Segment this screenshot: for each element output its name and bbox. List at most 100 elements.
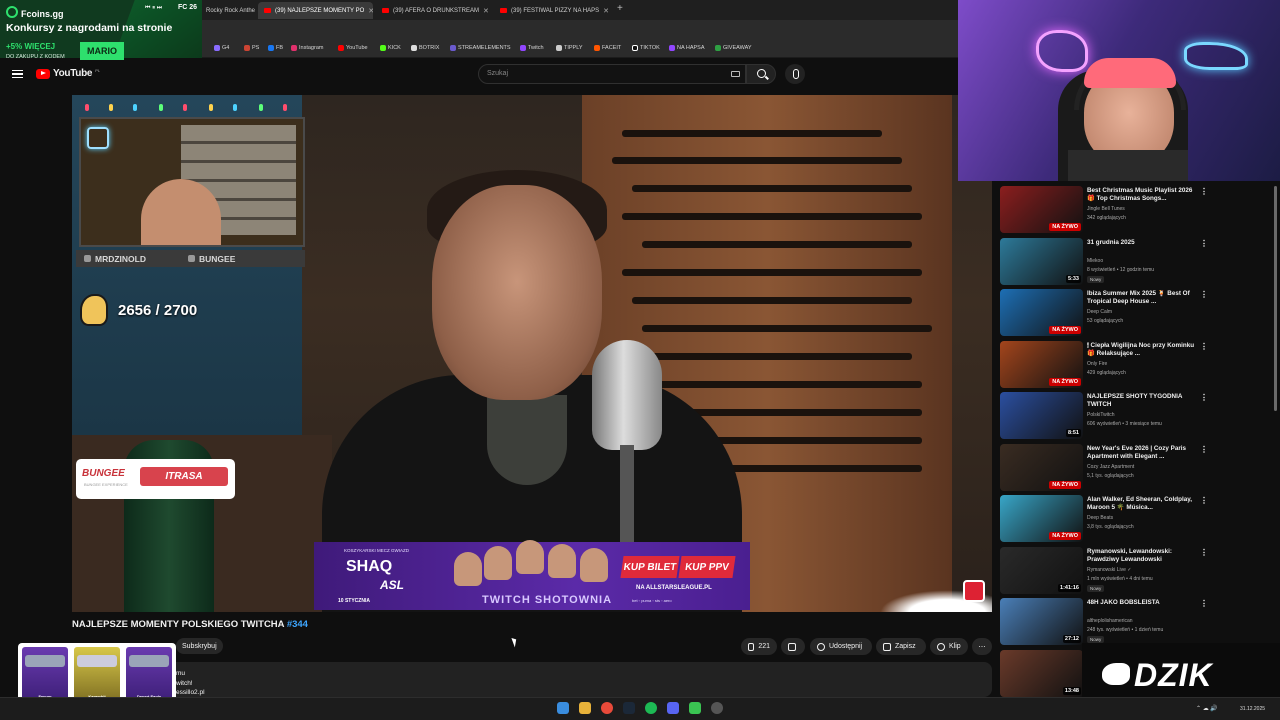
bookmark-item[interactable]: TIPPLY [556, 45, 583, 51]
recommendation-item[interactable]: 8:51 NAJLEPSZE SHOTY TYGODNIA TWITCH Polsk… [1000, 391, 1270, 441]
voice-search-button[interactable] [785, 64, 805, 84]
bookmark-item[interactable]: GIVEAWAY [715, 45, 752, 51]
subscribe-button[interactable]: Subskrybuj [176, 638, 223, 654]
browser-tab[interactable]: (39) FESTIWAL PIZZY NA HAPS ✕ [494, 2, 611, 19]
youtube-logo[interactable]: YouTube PL [36, 68, 100, 79]
facebook-icon [268, 45, 274, 51]
recommendation-item[interactable]: NA ŻYWO New Year's Eve 2026 | Cozy Paris … [1000, 443, 1270, 493]
hashtag-link[interactable]: #344 [287, 619, 308, 630]
bookmark-item[interactable]: Instagram [291, 45, 323, 51]
clip-button[interactable]: Klip [930, 638, 968, 655]
channel-name[interactable]: Cozy Jazz Apartment [1087, 464, 1134, 470]
description-box[interactable]: mu witch! essillo2.pl [72, 662, 992, 697]
video-thumbnail[interactable]: 5:33 [1000, 237, 1083, 285]
bookmark-item[interactable]: G4 [214, 45, 229, 51]
recommendation-title[interactable]: 🕯 Ciepła Wigilijna Noc przy Kominku 🎁 Re… [1087, 342, 1197, 358]
channel-name[interactable]: altheplolishamerican [1087, 618, 1133, 624]
bookmark-item[interactable]: TIKTOK [632, 45, 660, 51]
recommendation-item[interactable]: NA ŻYWO Alan Walker, Ed Sheeran, Coldplay… [1000, 494, 1270, 544]
recommendation-title[interactable]: Rymanowski, Lewandowski: Prawdziwy Lewan… [1087, 548, 1197, 564]
bookmark-item[interactable]: FACEIT [594, 45, 621, 51]
video-meta: 3,8 tys. oglądających [1087, 524, 1134, 530]
spotify-icon[interactable] [645, 702, 657, 714]
bookmark-item[interactable]: STREAMELEMENTS [450, 45, 511, 51]
discord-icon[interactable] [667, 702, 679, 714]
app-icon[interactable] [689, 702, 701, 714]
channel-name[interactable]: Jingle Bell Tunes [1087, 206, 1125, 212]
bookmark-item[interactable]: YouTube [338, 45, 368, 51]
channel-name[interactable]: Deep Calm [1087, 309, 1112, 315]
recommendation-item[interactable]: 1:41:16 Rymanowski, Lewandowski: Prawdziw… [1000, 546, 1270, 596]
recommendation-item[interactable]: NA ŻYWO Best Christmas Music Playlist 202… [1000, 185, 1270, 235]
close-tab-icon[interactable]: ✕ [368, 7, 373, 15]
bookmark-item[interactable]: Twitch [520, 45, 544, 51]
recommendation-title[interactable]: Ibiza Summer Mix 2025 🍹 Best Of Tropical… [1087, 290, 1197, 306]
recommendation-title[interactable]: Alan Walker, Ed Sheeran, Coldplay, Maroo… [1087, 496, 1197, 512]
channel-name[interactable]: PolskiTwitch [1087, 412, 1115, 418]
more-options-icon[interactable]: ⋮ [1200, 342, 1208, 351]
video-thumbnail[interactable]: NA ŻYWO [1000, 495, 1083, 542]
recommendation-item[interactable]: 5:33 31 grudnia 2025 Mlekoo 8 wyświetleń • … [1000, 237, 1270, 287]
browser-tab[interactable]: Rocky Rock Anthe✕ [200, 2, 258, 19]
more-options-icon[interactable]: ⋮ [1200, 599, 1208, 608]
video-thumbnail[interactable]: 13:48 [1000, 649, 1083, 697]
more-actions-button[interactable]: ⋯ [972, 638, 992, 655]
channel-name[interactable]: Mlekoo [1087, 258, 1103, 264]
more-options-icon[interactable]: ⋮ [1200, 496, 1208, 505]
recommendation-title[interactable]: 31 grudnia 2025 [1087, 239, 1197, 247]
browser-tab[interactable]: (39) AFERA O DRUNKSTREAM ✕ [376, 2, 492, 19]
bookmark-item[interactable]: NA HAPSA [669, 45, 705, 51]
facecam-socials: MRDZINOLD BUNGEE [76, 250, 305, 267]
system-tray[interactable]: ⌃ ☁ 🔊 [1196, 705, 1218, 712]
duration-badge: 5:33 [1065, 274, 1081, 283]
keyboard-icon[interactable] [731, 71, 740, 77]
sidebar-scrollbar[interactable] [1274, 186, 1277, 411]
more-options-icon[interactable]: ⋮ [1200, 187, 1208, 196]
recommendation-item[interactable]: 27:12 48H JAKO BOBSLEISTA altheplolishamer… [1000, 597, 1270, 647]
share-button[interactable]: Udostępnij [810, 638, 872, 655]
chrome-icon[interactable] [601, 702, 613, 714]
video-thumbnail[interactable]: NA ŻYWO [1000, 186, 1083, 233]
dislike-button[interactable] [781, 638, 805, 655]
obs-icon[interactable] [711, 702, 723, 714]
video-meta: 342 oglądających [1087, 215, 1126, 221]
thumbs-up-icon [748, 642, 755, 651]
recommendation-title[interactable]: 48H JAKO BOBSLEISTA [1087, 599, 1197, 607]
video-thumbnail[interactable]: NA ŻYWO [1000, 340, 1083, 388]
video-thumbnail[interactable]: 8:51 [1000, 392, 1083, 439]
more-options-icon[interactable]: ⋮ [1200, 548, 1208, 557]
video-thumbnail[interactable]: 27:12 [1000, 598, 1083, 645]
more-options-icon[interactable]: ⋮ [1200, 445, 1208, 454]
new-tab-button[interactable]: + [617, 3, 623, 14]
more-options-icon[interactable]: ⋮ [1200, 393, 1208, 402]
recommendation-item[interactable]: NA ŻYWO 🕯 Ciepła Wigilijna Noc przy Komin… [1000, 340, 1270, 390]
like-button[interactable]: 221 [741, 638, 777, 655]
bookmark-item[interactable]: PS [244, 45, 259, 51]
menu-icon[interactable] [12, 70, 23, 78]
recommendation-title[interactable]: New Year's Eve 2026 | Cozy Paris Apartme… [1087, 445, 1197, 461]
close-tab-icon[interactable]: ✕ [483, 7, 489, 15]
bookmark-item[interactable]: KICK [380, 45, 401, 51]
search-button[interactable] [746, 64, 776, 84]
more-options-icon[interactable]: ⋮ [1200, 290, 1208, 299]
video-thumbnail[interactable]: NA ŻYWO [1000, 289, 1083, 336]
save-button[interactable]: Zapisz [876, 638, 926, 655]
close-tab-icon[interactable]: ✕ [603, 7, 609, 15]
clock[interactable]: 31.12.2025 [1240, 706, 1265, 712]
channel-name[interactable]: Deep Beats [1087, 515, 1113, 521]
bookmark-item[interactable]: FB [268, 45, 283, 51]
channel-name[interactable]: Only Fire [1087, 361, 1107, 367]
bookmark-item[interactable]: BOTRIX [411, 45, 439, 51]
file-explorer-icon[interactable] [579, 702, 591, 714]
video-thumbnail[interactable]: NA ŻYWO [1000, 443, 1083, 491]
more-options-icon[interactable]: ⋮ [1200, 239, 1208, 248]
recommendation-title[interactable]: NAJLEPSZE SHOTY TYGODNIA TWITCH [1087, 393, 1197, 409]
start-icon[interactable] [557, 702, 569, 714]
search-input[interactable]: Szukaj [478, 64, 746, 84]
recommendation-title[interactable]: Best Christmas Music Playlist 2026 🎁 Top… [1087, 187, 1197, 203]
steam-icon[interactable] [623, 702, 635, 714]
recommendation-item[interactable]: NA ŻYWO Ibiza Summer Mix 2025 🍹 Best Of T… [1000, 288, 1270, 338]
channel-name[interactable]: Rymanowski Live ✓ [1087, 567, 1131, 573]
browser-tab-active[interactable]: (39) NAJLEPSZE MOMENTY PO ✕ [258, 2, 373, 19]
video-thumbnail[interactable]: 1:41:16 [1000, 546, 1083, 594]
